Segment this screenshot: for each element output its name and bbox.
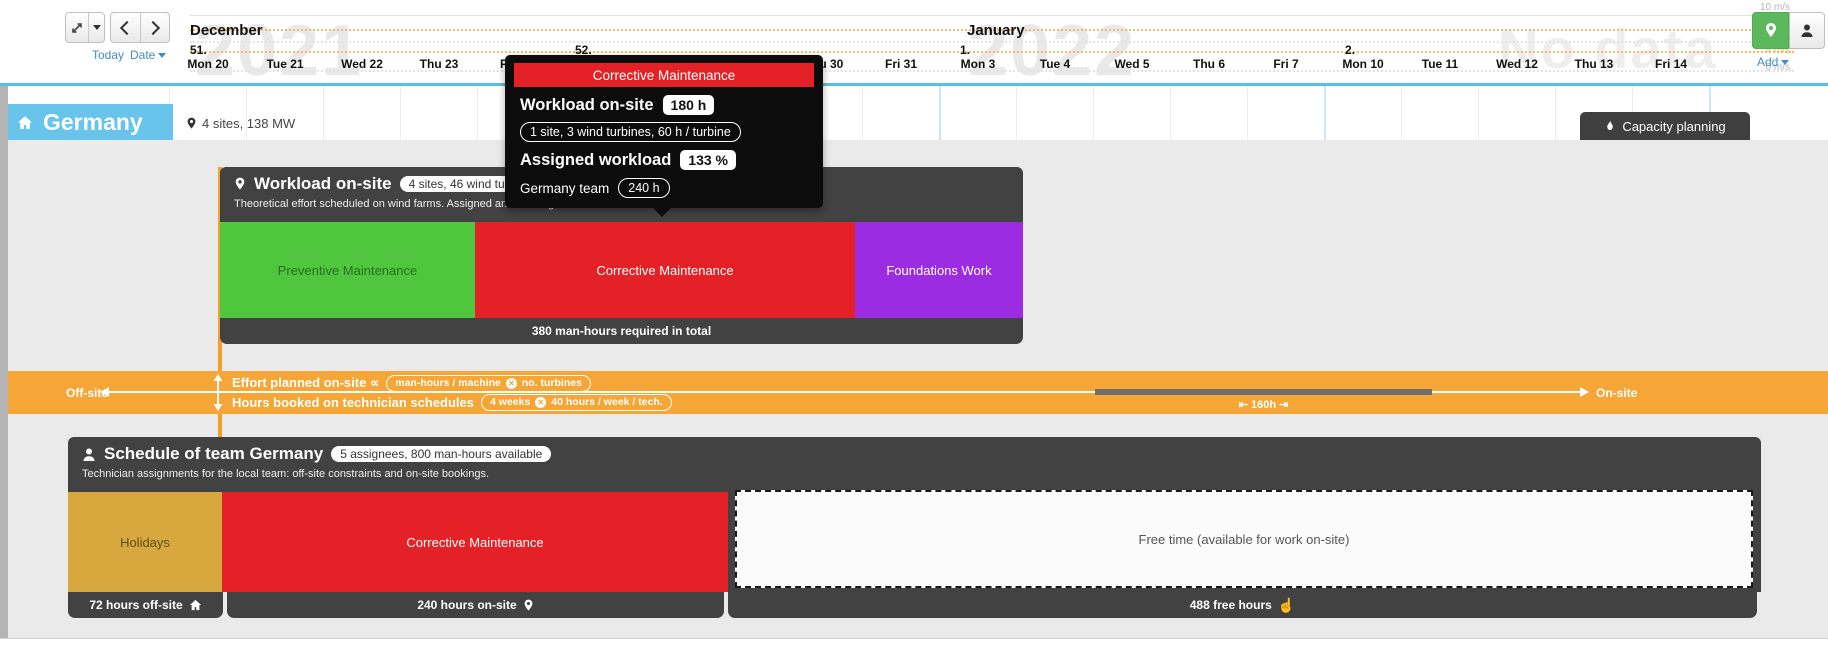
- multiply-icon: ✕: [506, 378, 517, 389]
- month-label: January: [967, 22, 1025, 39]
- prev-next-button-group: [110, 12, 170, 43]
- up-down-arrow-icon: [212, 374, 224, 411]
- day-label: Fri 7: [1273, 57, 1298, 71]
- on-site-label: On-site: [1596, 386, 1637, 400]
- multiply-icon: ✕: [535, 397, 546, 408]
- schedule-footer-offsite: 72 hours off-site: [68, 592, 223, 618]
- week-number: 51.: [190, 43, 207, 57]
- tooltip: Corrective Maintenance Workload on-site …: [505, 55, 823, 208]
- day-label: Mon 3: [961, 57, 996, 71]
- zoom-dropdown-caret-icon[interactable]: [89, 13, 104, 42]
- schedule-panel-title: Schedule of team Germany: [104, 444, 323, 464]
- date-dropdown[interactable]: Date: [130, 48, 166, 62]
- schedule-block-free-time[interactable]: Free time (available for work on-site): [735, 490, 1753, 588]
- today-link[interactable]: Today: [92, 48, 124, 62]
- zoom-mode-button-group[interactable]: [65, 12, 105, 43]
- booked-segment-label: ⇤ 160h ⇥: [1095, 398, 1432, 411]
- prev-button[interactable]: [111, 13, 141, 42]
- schedule-block-corrective[interactable]: Corrective Maintenance: [222, 492, 728, 592]
- weekend-separator: [939, 86, 941, 140]
- tooltip-team-label: Germany team: [520, 181, 609, 196]
- person-icon: [82, 447, 96, 462]
- week-number: 2.: [1345, 43, 1355, 57]
- left-scrollbar[interactable]: [0, 86, 8, 638]
- day-label: Mon 10: [1342, 57, 1383, 71]
- location-pin-icon: [234, 177, 246, 191]
- hand-icon: ☝: [1278, 597, 1295, 614]
- tooltip-caret: [653, 208, 671, 217]
- region-summary: 4 sites, 138 MW: [186, 112, 295, 134]
- chevron-right-icon: [146, 20, 160, 34]
- windline-10: [190, 15, 1794, 16]
- tooltip-team-value: 240 h: [618, 178, 669, 198]
- day-label: Fri 14: [1655, 57, 1687, 71]
- day-label: Wed 5: [1114, 57, 1149, 71]
- workload-panel-title: Workload on-site: [254, 174, 392, 194]
- region-header-germany[interactable]: Germany: [3, 104, 173, 140]
- booked-segment: [1095, 389, 1432, 395]
- schedule-panel-badge: 5 assignees, 800 man-hours available: [331, 446, 551, 462]
- workload-panel-footer: 380 man-hours required in total: [220, 318, 1023, 344]
- day-label: Thu 6: [1193, 57, 1225, 71]
- location-pin-icon: [186, 117, 197, 130]
- schedule-block-holidays[interactable]: Holidays: [68, 492, 222, 592]
- effort-planned-row: Effort planned on-site ∝ man-hours / mac…: [232, 375, 591, 391]
- location-pin-icon: [1764, 23, 1778, 38]
- day-label: Tue 21: [266, 57, 303, 71]
- tooltip-workload-label: Workload on-site: [520, 96, 654, 115]
- tooltip-assigned-value: 133 %: [680, 150, 736, 170]
- day-label: Thu 13: [1575, 57, 1614, 71]
- windline-5: [190, 41, 1794, 43]
- expand-icon[interactable]: [66, 13, 89, 42]
- add-dropdown[interactable]: Add: [1757, 55, 1789, 69]
- add-site-button[interactable]: [1752, 12, 1789, 49]
- flame-icon: [1604, 119, 1616, 133]
- caret-down-icon: [1781, 60, 1789, 65]
- arrow-left-icon: [100, 387, 109, 397]
- home-icon: [17, 115, 33, 130]
- caret-down-icon: [158, 53, 166, 58]
- arrow-right-icon: [1580, 387, 1589, 397]
- add-person-button[interactable]: [1789, 12, 1825, 49]
- schedule-panel-subtitle: Technician assignments for the local tea…: [82, 468, 1747, 480]
- next-button[interactable]: [141, 13, 170, 42]
- day-label: Tue 11: [1422, 57, 1458, 71]
- region-name: Germany: [43, 109, 143, 136]
- chevron-left-icon: [120, 20, 134, 34]
- day-label: Fri 31: [885, 57, 917, 71]
- workload-block-preventive[interactable]: Preventive Maintenance: [220, 222, 475, 318]
- windline-4: [190, 51, 1794, 53]
- capacity-planning-app: 2021 2022 No data Today Date Add 10 m/s …: [0, 0, 1828, 656]
- weekend-separator: [1324, 86, 1326, 140]
- day-label: Wed 12: [1496, 57, 1538, 71]
- schedule-panel-header: Schedule of team Germany 5 assignees, 80…: [68, 437, 1761, 492]
- tooltip-title: Corrective Maintenance: [514, 63, 814, 87]
- day-label: Mon 20: [187, 57, 228, 71]
- week-number: 1.: [960, 43, 970, 57]
- month-label: December: [190, 22, 263, 39]
- workload-block-corrective[interactable]: Corrective Maintenance: [475, 222, 855, 318]
- hours-booked-row: Hours booked on technician schedules 4 w…: [232, 394, 672, 410]
- day-label: Tue 4: [1040, 57, 1070, 71]
- effort-formula-badge: man-hours / machine ✕ no. turbines: [386, 375, 591, 392]
- tooltip-workload-value: 180 h: [663, 95, 715, 115]
- schedule-footer-onsite: 240 hours on-site: [227, 592, 724, 618]
- schedule-footer-free: 488 free hours ☝: [728, 592, 1757, 618]
- tooltip-detail-badge: 1 site, 3 wind turbines, 60 h / turbine: [520, 122, 741, 142]
- location-pin-icon: [523, 599, 534, 612]
- person-icon: [1800, 23, 1814, 38]
- header-accent-line: [0, 83, 1828, 86]
- workload-block-foundations[interactable]: Foundations Work: [855, 222, 1023, 318]
- capacity-planning-button[interactable]: Capacity planning: [1580, 112, 1750, 140]
- home-icon: [189, 599, 202, 611]
- tooltip-assigned-label: Assigned workload: [520, 151, 671, 170]
- hours-formula-badge: 4 weeks ✕ 40 hours / week / tech.: [481, 394, 672, 411]
- day-label: Wed 22: [341, 57, 383, 71]
- day-label: Thu 23: [420, 57, 459, 71]
- bottom-strip: [0, 638, 1828, 656]
- flow-band: Off-site On-site ⇤ 160h ⇥ Effort planned…: [0, 371, 1828, 414]
